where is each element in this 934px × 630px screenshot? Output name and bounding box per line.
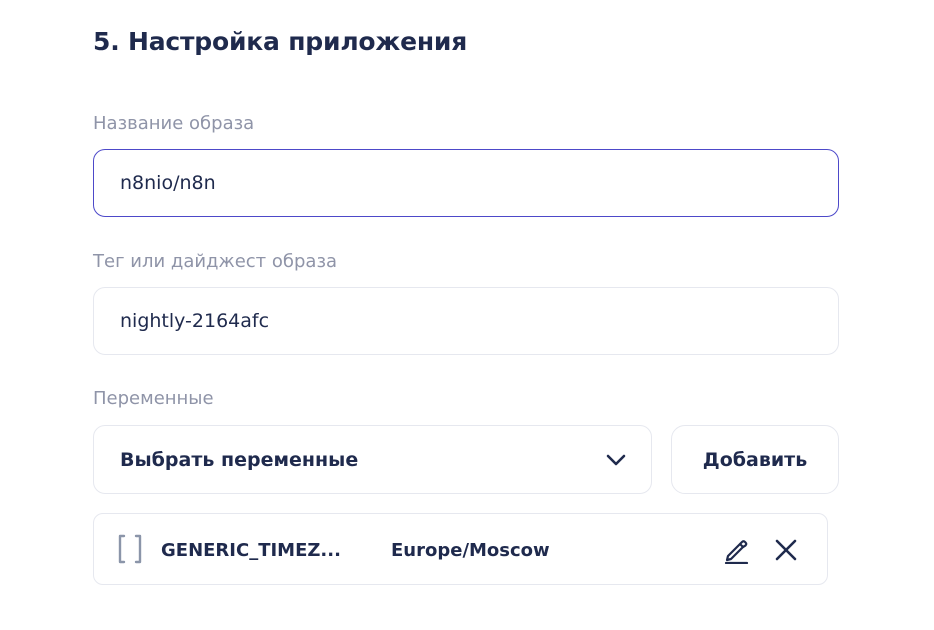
image-tag-input[interactable]: nightly-2164afc <box>93 287 839 355</box>
variable-key: GENERIC_TIMEZ... <box>161 539 341 561</box>
variable-value: Europe/Moscow <box>391 539 550 561</box>
brackets-icon <box>116 534 144 564</box>
image-name-input[interactable]: n8nio/n8n <box>93 149 839 217</box>
chevron-down-icon <box>605 453 627 467</box>
section-title: 5. Настройка приложения <box>93 27 468 56</box>
variables-select-value: Выбрать переменные <box>120 448 359 471</box>
variables-select[interactable]: Выбрать переменные <box>93 425 652 494</box>
pencil-icon[interactable] <box>722 536 750 565</box>
variable-row: GENERIC_TIMEZ... Europe/Moscow <box>93 513 828 585</box>
app-settings-section: 5. Настройка приложения Название образа … <box>0 0 934 630</box>
close-icon[interactable] <box>774 538 798 562</box>
add-variable-button[interactable]: Добавить <box>671 425 839 494</box>
variables-label: Переменные <box>93 388 214 409</box>
image-name-label: Название образа <box>93 113 255 134</box>
image-tag-label: Тег или дайджест образа <box>93 251 338 272</box>
